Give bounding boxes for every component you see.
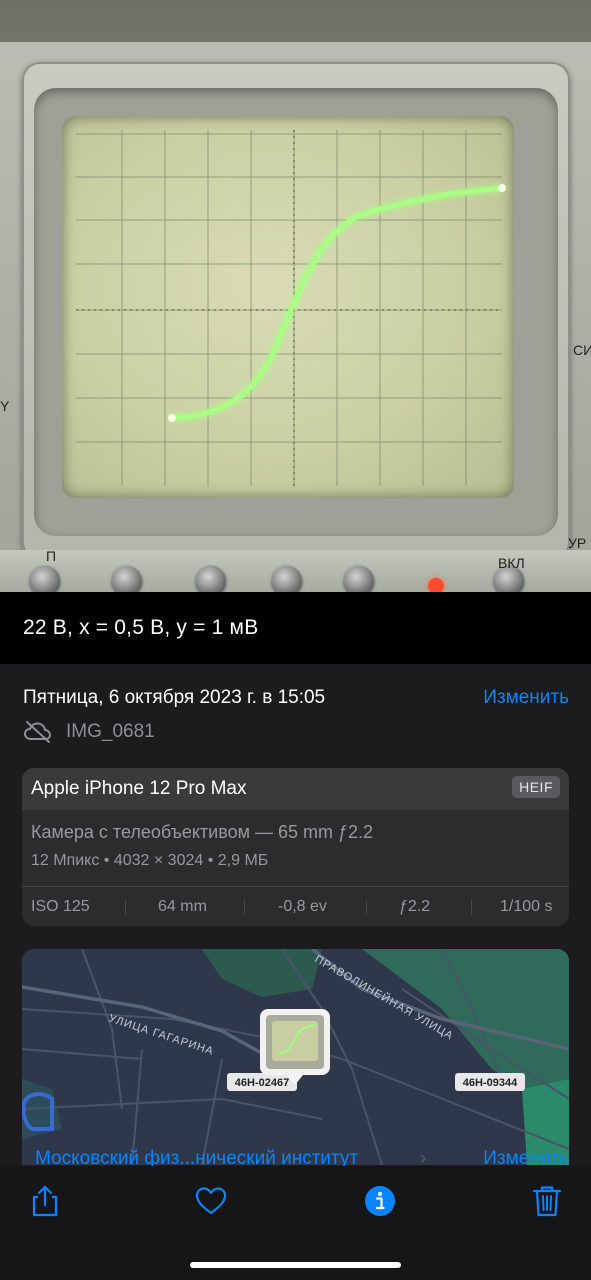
exif-separator: [366, 900, 367, 915]
panel-label-ur: УР: [568, 535, 587, 551]
device-name: Apple iPhone 12 Pro Max: [31, 778, 247, 799]
edit-date-button[interactable]: Изменить: [483, 687, 569, 709]
oscilloscope-screen: [62, 116, 514, 498]
power-label: ВКЛ: [498, 555, 525, 571]
lens-info: Камера с телеобъективом — 65 mm ƒ2.2: [31, 822, 374, 842]
panel-label-si: СИ: [573, 342, 591, 358]
knob-1: [30, 566, 60, 592]
trace-start-point: [168, 414, 176, 422]
knob-5: [344, 566, 374, 592]
trash-icon[interactable]: [530, 1184, 564, 1218]
trace-end-point: [498, 184, 506, 192]
image-specs: 12 Мпикс • 4032 × 3024 • 2,9 МБ: [31, 852, 269, 869]
camera-info-card: Apple iPhone 12 Pro Max HEIF Камера с те…: [22, 768, 569, 926]
date-time: Пятница, 6 октября 2023 г. в 15:05: [23, 687, 326, 708]
photo-view[interactable]: ВКЛ П СИ УР Y: [0, 0, 591, 592]
exif-row: ISO 125 64 mm -0,8 ev ƒ2.2 1/100 s: [22, 887, 569, 926]
exif-exposure: -0,8 ev: [278, 898, 327, 915]
exif-separator: [471, 900, 472, 915]
exif-separator: [244, 900, 245, 915]
map-canvas: УЛИЦА ГАГАРИНА ПРАВОЛИНЕЙНАЯ УЛИЦА 46Н-0…: [22, 949, 569, 1165]
road-marker-1: 46Н-02467: [235, 1077, 289, 1089]
panel-label-y: Y: [0, 398, 10, 414]
power-indicator-light: [428, 578, 444, 592]
file-name: IMG_0681: [66, 721, 155, 742]
location-map[interactable]: УЛИЦА ГАГАРИНА ПРАВОЛИНЕЙНАЯ УЛИЦА 46Н-0…: [22, 949, 569, 1165]
knob-4: [272, 566, 302, 592]
share-icon[interactable]: [28, 1184, 62, 1218]
knob-3: [196, 566, 226, 592]
road-marker-2: 46Н-09344: [463, 1077, 518, 1089]
oscilloscope-graticule: [76, 130, 506, 486]
info-icon[interactable]: [363, 1184, 397, 1218]
card-header: Apple iPhone 12 Pro Max HEIF: [22, 768, 569, 810]
photo-caption[interactable]: 22 В, x = 0,5 В, y = 1 мВ: [23, 616, 258, 640]
exif-iso: ISO 125: [31, 898, 90, 915]
format-badge: HEIF: [512, 776, 560, 798]
exif-aperture: ƒ2.2: [399, 898, 431, 915]
exif-separator: [125, 900, 126, 915]
panel-label-p: П: [46, 548, 57, 564]
photo-pin[interactable]: [260, 1009, 330, 1085]
exif-shutter: 1/100 s: [500, 898, 553, 915]
home-indicator[interactable]: [190, 1262, 401, 1268]
knob-2: [112, 566, 142, 592]
exif-focal-length: 64 mm: [158, 898, 207, 915]
cloud-off-icon: [23, 721, 52, 743]
heart-icon[interactable]: [194, 1184, 228, 1218]
